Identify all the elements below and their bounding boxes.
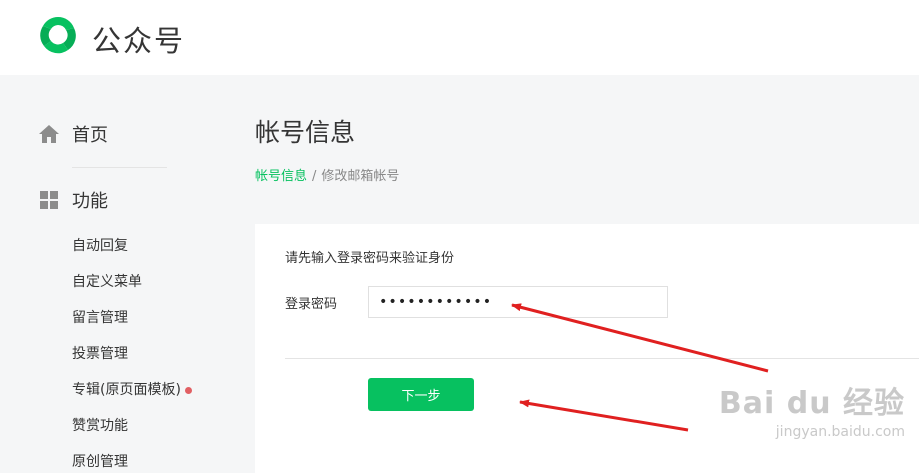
top-bar: 公众号 [0, 0, 919, 75]
sidebar-divider [72, 167, 167, 168]
grid-icon [40, 191, 58, 209]
sidebar-item-label: 首页 [72, 125, 108, 146]
sidebar-item-original-management[interactable]: 原创管理 [72, 451, 128, 471]
brand-title: 公众号 [92, 24, 186, 58]
next-step-button[interactable]: 下一步 [368, 378, 474, 411]
panel-divider [285, 358, 919, 359]
home-icon [39, 125, 59, 143]
sidebar-item-comment-management[interactable]: 留言管理 [72, 307, 128, 327]
sidebar: 首页 功能 自动回复 自定义菜单 留言管理 投票管理 专辑(原页面模板) 赞赏功… [0, 75, 230, 473]
watermark-main: Bai du 经验 [718, 386, 905, 421]
sidebar-item-album[interactable]: 专辑(原页面模板) [72, 379, 192, 399]
sidebar-item-reward[interactable]: 赞赏功能 [72, 415, 128, 435]
sidebar-item-home[interactable]: 首页 [38, 121, 108, 147]
sidebar-item-label: 功能 [72, 191, 108, 212]
watermark-sub: jingyan.baidu.com [775, 424, 905, 440]
new-badge-dot [184, 386, 192, 394]
sidebar-item-function[interactable]: 功能 [38, 187, 108, 213]
verify-hint: 请先输入登录密码来验证身份 [285, 251, 455, 266]
watermark: Bai du 经验 jingyan.baidu.com [719, 378, 905, 440]
page-title: 帐号信息 [255, 118, 356, 147]
password-label: 登录密码 [285, 297, 338, 312]
breadcrumb: 帐号信息 / 修改邮箱帐号 [255, 165, 399, 184]
password-input[interactable]: •••••••••••• [368, 286, 668, 318]
sidebar-item-label: 专辑(原页面模板) [72, 382, 181, 398]
sidebar-item-auto-reply[interactable]: 自动回复 [72, 235, 128, 255]
wechat-official-account-logo-icon[interactable] [38, 14, 78, 56]
breadcrumb-separator: / [312, 169, 317, 184]
breadcrumb-link-account-info[interactable]: 帐号信息 [255, 169, 307, 184]
breadcrumb-current: 修改邮箱帐号 [321, 169, 400, 184]
sidebar-item-custom-menu[interactable]: 自定义菜单 [72, 271, 142, 291]
sidebar-item-vote-management[interactable]: 投票管理 [72, 343, 128, 363]
